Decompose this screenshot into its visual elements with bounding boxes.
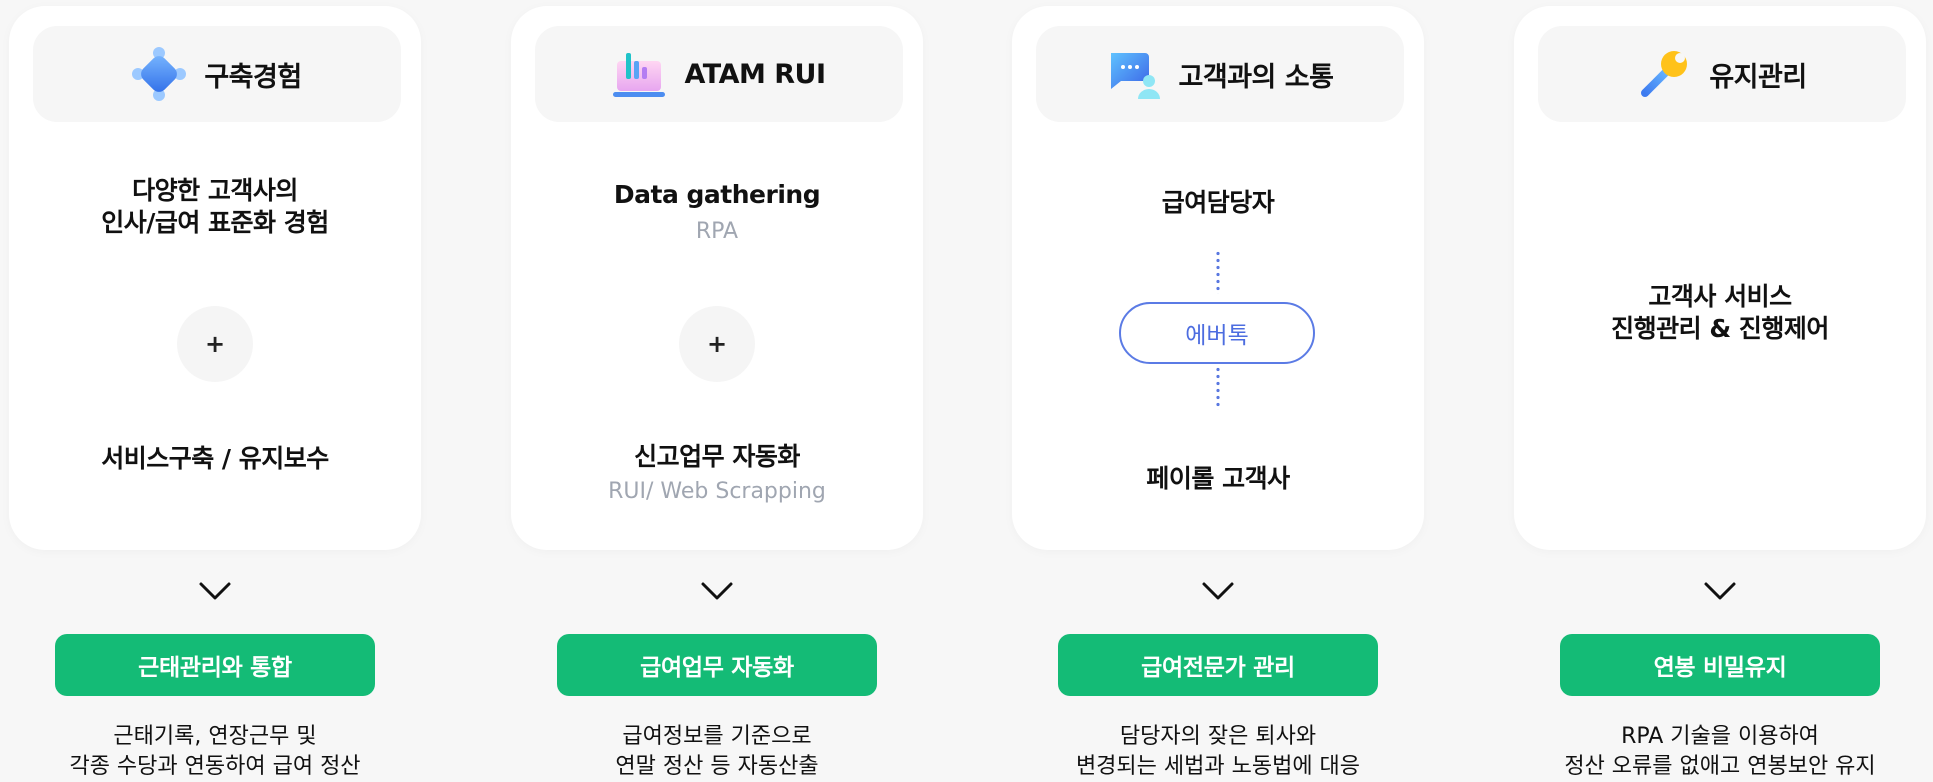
card-subtext: RPA [695, 219, 739, 244]
card-header: 유지관리 [1538, 26, 1906, 122]
card-text: 인사/급여 표준화 경험 [101, 208, 329, 237]
description-line: 변경되는 세법과 노동법에 대응 [1075, 754, 1361, 779]
feature-column-communication: 고객과의 소통 급여담당자 에버톡 페이롤 고객사 급여전문가 관리 담당자의 … [1012, 0, 1424, 782]
card-header: 구축경험 [33, 26, 401, 122]
puzzle-icon [132, 47, 187, 101]
feature-column-atam: ATAM RUI Data gathering RPA + 신고업무 자동화 R… [511, 0, 923, 782]
feature-description: 근태기록, 연장근무 및 각종 수당과 연동하여 급여 정산 [9, 722, 421, 782]
chevron-down-icon [1202, 582, 1234, 600]
chat-person-icon [1107, 47, 1161, 101]
chevron-down-icon [701, 582, 733, 600]
wrench-icon [1637, 47, 1691, 101]
feature-column-build: 구축경험 다양한 고객사의 인사/급여 표준화 경험 + 서비스구축 / 유지보… [9, 0, 421, 782]
card-text: 급여담당자 [1161, 188, 1275, 217]
feature-description: RPA 기술을 이용하여 정산 오류를 없애고 연봉보안 유지 [1514, 722, 1926, 782]
description-line: 급여정보를 기준으로 [622, 724, 812, 749]
description-line: 연말 정산 등 자동산출 [615, 754, 819, 779]
feature-card: 유지관리 고객사 서비스 진행관리 & 진행제어 [1514, 6, 1926, 550]
description-line: 각종 수당과 연동하여 급여 정산 [69, 754, 361, 779]
card-text: 진행관리 & 진행제어 [1611, 314, 1829, 343]
description-line: 근태기록, 연장근무 및 [113, 724, 317, 749]
feature-button[interactable]: 근태관리와 통합 [55, 634, 375, 696]
feature-card: 고객과의 소통 급여담당자 에버톡 페이롤 고객사 [1012, 6, 1424, 550]
card-subtext: RUI/ Web Scrapping [608, 479, 826, 504]
laptop-chart-icon [612, 47, 666, 101]
feature-description: 급여정보를 기준으로 연말 정산 등 자동산출 [511, 722, 923, 782]
card-text: Data gathering [613, 180, 821, 209]
dotted-connector [1216, 250, 1220, 294]
chevron-down-icon [199, 582, 231, 600]
plus-icon: + [177, 306, 253, 382]
feature-button[interactable]: 급여업무 자동화 [557, 634, 877, 696]
dotted-connector [1216, 366, 1220, 410]
description-line: 정산 오류를 없애고 연봉보안 유지 [1564, 754, 1876, 779]
feature-column-maintenance: 유지관리 고객사 서비스 진행관리 & 진행제어 연봉 비밀유지 RPA 기술을… [1514, 0, 1926, 782]
chevron-down-icon [1704, 582, 1736, 600]
feature-description: 담당자의 잦은 퇴사와 변경되는 세법과 노동법에 대응 [1012, 722, 1424, 782]
card-header: ATAM RUI [535, 26, 903, 122]
card-text: 신고업무 자동화 [634, 442, 800, 471]
feature-button[interactable]: 급여전문가 관리 [1058, 634, 1378, 696]
card-text: 다양한 고객사의 [132, 176, 298, 205]
evertalk-badge: 에버톡 [1119, 302, 1315, 364]
feature-card: 구축경험 다양한 고객사의 인사/급여 표준화 경험 + 서비스구축 / 유지보… [9, 6, 421, 550]
card-text: 페이롤 고객사 [1146, 464, 1290, 493]
plus-icon: + [679, 306, 755, 382]
card-title: 고객과의 소통 [1178, 61, 1334, 93]
card-title: 구축경험 [204, 61, 302, 93]
card-header: 고객과의 소통 [1036, 26, 1404, 122]
feature-button[interactable]: 연봉 비밀유지 [1560, 634, 1880, 696]
card-title: 유지관리 [1709, 61, 1807, 93]
feature-card: ATAM RUI Data gathering RPA + 신고업무 자동화 R… [511, 6, 923, 550]
card-text: 서비스구축 / 유지보수 [101, 444, 329, 473]
card-text: 고객사 서비스 [1648, 282, 1792, 311]
description-line: 담당자의 잦은 퇴사와 [1119, 724, 1317, 749]
card-title: ATAM RUI [684, 58, 826, 90]
description-line: RPA 기술을 이용하여 [1621, 724, 1819, 749]
